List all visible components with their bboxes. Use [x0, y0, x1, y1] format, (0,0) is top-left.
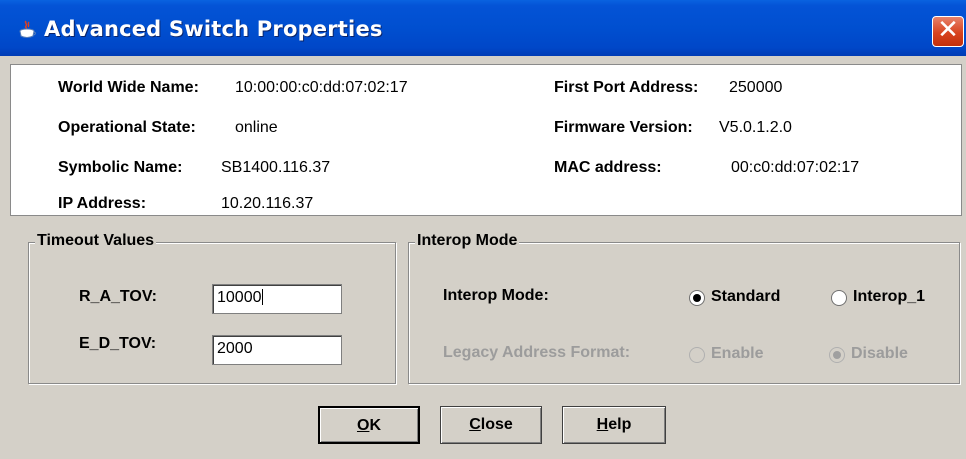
- disable-radio: [829, 347, 845, 363]
- standard-radio-label[interactable]: Standard: [711, 288, 780, 306]
- enable-radio-label: Enable: [711, 345, 764, 362]
- close-window-button[interactable]: ✕: [932, 15, 964, 47]
- legacy-address-format-label: Legacy Address Format:: [443, 344, 631, 361]
- disable-radio-label: Disable: [851, 345, 908, 362]
- interop-mode-label: Interop Mode:: [443, 287, 549, 304]
- symbolic-name-value: SB1400.116.37: [221, 159, 331, 176]
- operational-state-value: online: [235, 119, 278, 136]
- firmware-version-value: V5.0.1.2.0: [719, 119, 792, 136]
- switch-info-panel: World Wide Name: 10:00:00:c0:dd:07:02:17…: [10, 64, 962, 216]
- text-caret: [261, 289, 263, 305]
- standard-radio[interactable]: [689, 290, 705, 306]
- title-bar[interactable]: Advanced Switch Properties ✕: [0, 0, 966, 56]
- first-port-address-value: 250000: [729, 79, 783, 96]
- r-a-tov-label: R_A_TOV:: [79, 288, 157, 305]
- close-icon: ✕: [937, 15, 959, 45]
- e-d-tov-input[interactable]: 2000: [212, 335, 342, 365]
- world-wide-name-value: 10:00:00:c0:dd:07:02:17: [235, 79, 408, 96]
- help-button[interactable]: Help: [562, 406, 666, 444]
- close-button[interactable]: Close: [440, 406, 542, 444]
- enable-radio: [689, 347, 705, 363]
- interop-1-radio-label[interactable]: Interop_1: [853, 288, 925, 306]
- ip-address-label: IP Address:: [58, 195, 147, 212]
- r-a-tov-input[interactable]: 10000: [212, 284, 342, 314]
- first-port-address-label: First Port Address:: [554, 79, 699, 96]
- dialog-window: Advanced Switch Properties ✕ World Wide …: [0, 0, 966, 459]
- java-cup-icon: [19, 20, 36, 38]
- world-wide-name-label: World Wide Name:: [58, 79, 199, 96]
- e-d-tov-label: E_D_TOV:: [79, 335, 157, 352]
- ip-address-value: 10.20.116.37: [221, 195, 314, 212]
- interop-1-radio[interactable]: [831, 290, 847, 306]
- firmware-version-label: Firmware Version:: [554, 119, 693, 136]
- mac-address-value: 00:c0:dd:07:02:17: [731, 159, 860, 176]
- ok-button[interactable]: OK: [318, 406, 420, 444]
- window-title: Advanced Switch Properties: [44, 17, 383, 41]
- interop-mode-legend: Interop Mode: [415, 232, 520, 250]
- timeout-values-group: Timeout Values R_A_TOV: 10000 E_D_TOV: 2…: [28, 232, 396, 384]
- mac-address-label: MAC address:: [554, 159, 662, 176]
- operational-state-label: Operational State:: [58, 119, 196, 136]
- timeout-values-legend: Timeout Values: [35, 232, 157, 250]
- interop-mode-group: Interop Mode Interop Mode: Standard Inte…: [408, 232, 960, 384]
- symbolic-name-label: Symbolic Name:: [58, 159, 183, 176]
